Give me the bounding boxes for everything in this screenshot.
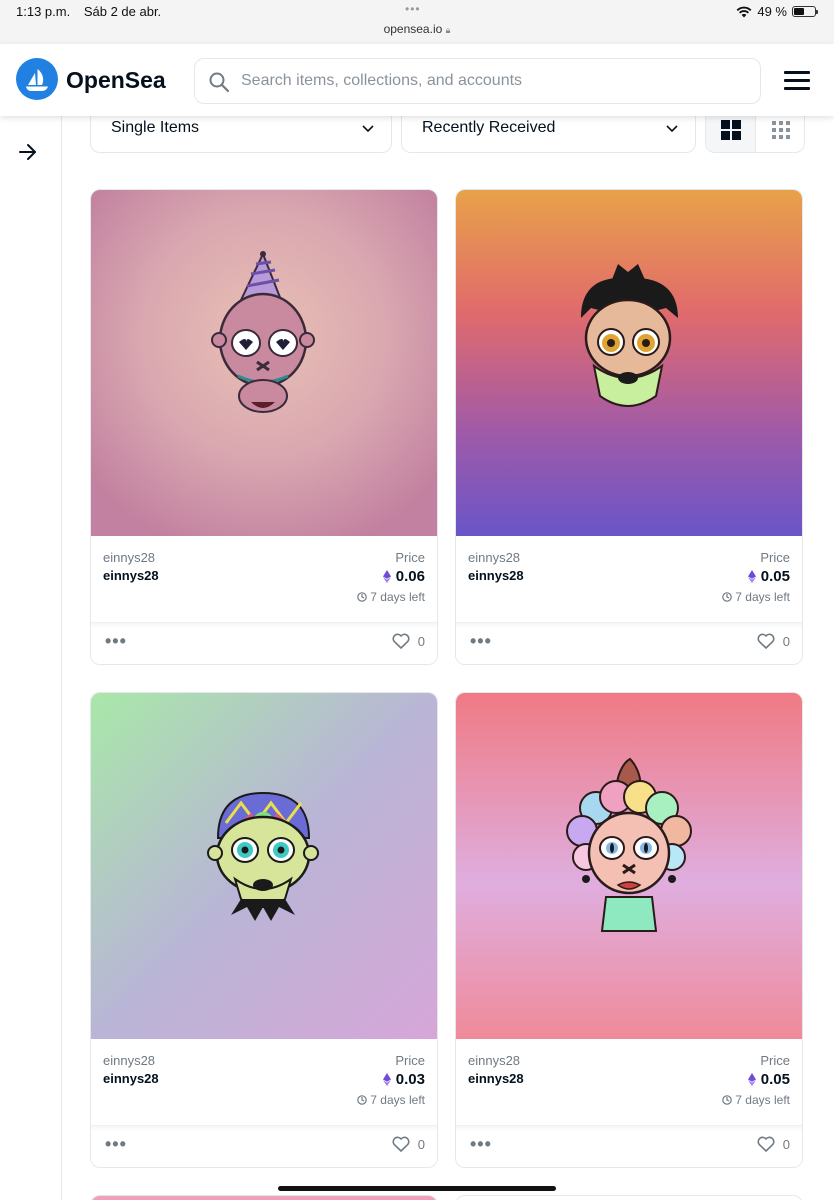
favorite-button[interactable]: 0 — [757, 1136, 790, 1152]
more-dots-icon[interactable]: ••• — [105, 631, 127, 652]
lock-icon: 🔒︎ — [445, 25, 451, 35]
card-creator[interactable]: einnys28 — [468, 550, 520, 565]
status-indicators: 49 % — [736, 4, 818, 19]
filter-sidebar-collapsed — [0, 116, 62, 1200]
favorite-button[interactable]: 0 — [392, 1136, 425, 1152]
multitask-dots-icon[interactable]: ••• — [405, 2, 421, 16]
nft-card[interactable]: einnys28 einnys28 Price 0.05 7 days left… — [455, 189, 803, 665]
time-left: 7 days left — [357, 1093, 425, 1107]
status-time-date: 1:13 p.m. Sáb 2 de abr. — [16, 4, 161, 19]
nft-image[interactable] — [456, 693, 802, 1039]
browser-url[interactable]: opensea.io 🔒︎ — [0, 22, 834, 36]
favorite-button[interactable]: 0 — [392, 633, 425, 649]
price-label: Price — [395, 550, 425, 565]
clock-icon — [357, 592, 368, 602]
clock-icon — [722, 592, 733, 602]
nft-card[interactable]: einnys28 einnys28 Price 0.06 7 days left… — [90, 189, 438, 665]
url-text: opensea.io — [383, 22, 443, 36]
opensea-logo-icon[interactable] — [16, 58, 58, 100]
like-count: 0 — [417, 1136, 425, 1152]
nft-card[interactable]: einnys28 einnys28 Price 0.03 7 days left… — [90, 692, 438, 1168]
card-price: 0.03 — [382, 1071, 425, 1088]
large-grid-icon — [721, 120, 741, 140]
arrow-right-icon[interactable] — [16, 140, 40, 164]
heart-icon — [757, 633, 775, 649]
price-value: 0.05 — [760, 1071, 790, 1088]
chevron-down-icon — [362, 125, 374, 133]
time-left-text: 7 days left — [735, 590, 790, 604]
card-footer: ••• 0 — [91, 622, 437, 664]
time-left-text: 7 days left — [735, 1093, 790, 1107]
card-price: 0.05 — [747, 568, 790, 585]
card-creator[interactable]: einnys28 — [103, 550, 155, 565]
chevron-down-icon — [666, 125, 678, 133]
card-price: 0.05 — [747, 1071, 790, 1088]
heart-icon — [392, 633, 410, 649]
search-bar[interactable] — [194, 58, 761, 104]
price-value: 0.03 — [395, 1071, 425, 1088]
price-label: Price — [760, 550, 790, 565]
favorite-button[interactable]: 0 — [757, 633, 790, 649]
home-indicator[interactable] — [278, 1186, 556, 1191]
clock-icon — [357, 1095, 368, 1105]
like-count: 0 — [417, 633, 425, 649]
nft-card-partial[interactable] — [455, 1195, 803, 1200]
price-value: 0.05 — [760, 568, 790, 585]
like-count: 0 — [782, 1136, 790, 1152]
nft-image[interactable] — [456, 190, 802, 536]
price-value: 0.06 — [395, 568, 425, 585]
time-left-text: 7 days left — [370, 1093, 425, 1107]
wifi-icon — [736, 6, 752, 17]
time-left: 7 days left — [357, 590, 425, 604]
ethereum-icon — [747, 1073, 756, 1086]
item-type-value: Single Items — [111, 119, 200, 136]
price-label: Price — [760, 1053, 790, 1068]
site-header: OpenSea — [0, 44, 834, 116]
card-creator[interactable]: einnys28 — [103, 1053, 155, 1068]
card-footer: ••• 0 — [91, 1125, 437, 1167]
clock-icon — [722, 1095, 733, 1105]
time-left-text: 7 days left — [370, 590, 425, 604]
hamburger-menu-icon[interactable] — [784, 71, 810, 91]
card-name[interactable]: einnys28 — [103, 568, 159, 583]
card-name[interactable]: einnys28 — [468, 568, 524, 583]
more-dots-icon[interactable]: ••• — [470, 631, 492, 652]
more-dots-icon[interactable]: ••• — [105, 1134, 127, 1155]
nft-image[interactable] — [91, 693, 437, 1039]
brand-name[interactable]: OpenSea — [66, 67, 166, 94]
ethereum-icon — [382, 570, 391, 583]
card-name[interactable]: einnys28 — [468, 1071, 524, 1086]
nft-image[interactable] — [91, 190, 437, 536]
card-price: 0.06 — [382, 568, 425, 585]
nft-card[interactable]: einnys28 einnys28 Price 0.05 7 days left… — [455, 692, 803, 1168]
status-time: 1:13 p.m. — [16, 4, 71, 19]
card-footer: ••• 0 — [456, 1125, 802, 1167]
time-left: 7 days left — [722, 590, 790, 604]
like-count: 0 — [782, 633, 790, 649]
card-footer: ••• 0 — [456, 622, 802, 664]
sort-value: Recently Received — [422, 119, 556, 136]
nft-card-partial[interactable] — [90, 1195, 438, 1200]
card-creator[interactable]: einnys28 — [468, 1053, 520, 1068]
price-label: Price — [395, 1053, 425, 1068]
time-left: 7 days left — [722, 1093, 790, 1107]
heart-icon — [757, 1136, 775, 1152]
battery-icon — [792, 6, 818, 17]
card-name[interactable]: einnys28 — [103, 1071, 159, 1086]
battery-percent: 49 % — [757, 4, 787, 19]
device-status-bar: 1:13 p.m. Sáb 2 de abr. ••• opensea.io 🔒… — [0, 0, 834, 44]
more-dots-icon[interactable]: ••• — [470, 1134, 492, 1155]
status-date: Sáb 2 de abr. — [83, 4, 162, 19]
small-grid-icon — [772, 121, 790, 139]
search-icon — [209, 72, 230, 93]
ethereum-icon — [382, 1073, 391, 1086]
heart-icon — [392, 1136, 410, 1152]
search-input[interactable] — [241, 68, 741, 94]
ethereum-icon — [747, 570, 756, 583]
